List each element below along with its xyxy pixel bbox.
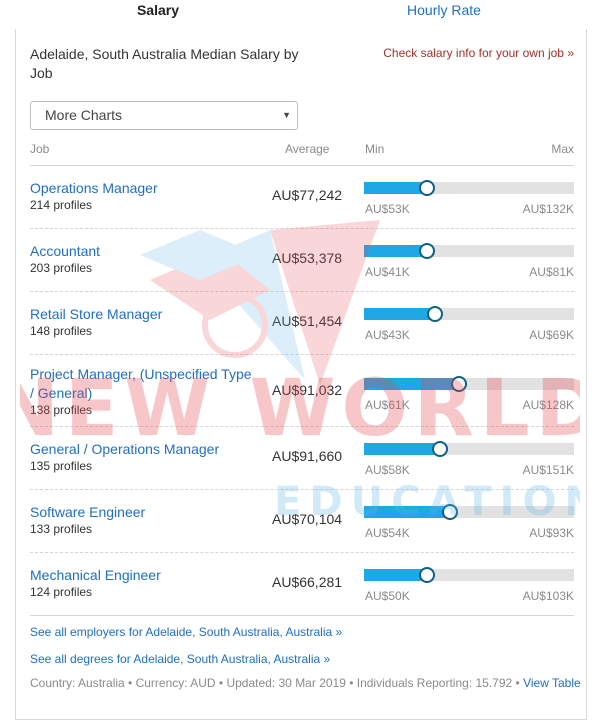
average-salary: AU$53,378 xyxy=(272,250,343,266)
job-link[interactable]: Project Manager, (Unspecified Type / Gen… xyxy=(30,365,255,403)
caret-down-icon: ▼ xyxy=(282,110,291,120)
table-row: General / Operations Manager 135 profile… xyxy=(30,427,574,490)
average-salary: AU$66,281 xyxy=(272,574,343,590)
table-row: Operations Manager 214 profiles AU$77,24… xyxy=(30,166,574,229)
average-salary: AU$77,242 xyxy=(272,187,343,203)
median-marker xyxy=(427,306,444,322)
min-salary: AU$50K xyxy=(365,589,410,603)
min-salary: AU$41K xyxy=(365,265,410,279)
table-row: Mechanical Engineer 124 profiles AU$66,2… xyxy=(30,553,574,616)
metadata-text: Country: Australia • Currency: AUD • Upd… xyxy=(30,676,520,690)
job-link[interactable]: Operations Manager xyxy=(30,179,255,198)
median-marker xyxy=(431,441,448,457)
column-header-max: Max xyxy=(551,142,574,156)
max-salary: AU$103K xyxy=(522,589,574,603)
min-salary: AU$43K xyxy=(365,328,410,342)
salary-bar-fill xyxy=(364,245,427,257)
average-salary: AU$91,660 xyxy=(272,448,343,464)
job-link[interactable]: Mechanical Engineer xyxy=(30,566,255,585)
median-marker xyxy=(442,504,459,520)
max-salary: AU$93K xyxy=(529,526,574,540)
salary-bar-fill xyxy=(364,182,427,194)
report-metadata: Country: Australia • Currency: AUD • Upd… xyxy=(30,676,581,690)
salary-bar-fill xyxy=(364,569,427,581)
profiles-count: 203 profiles xyxy=(30,261,93,275)
more-charts-select[interactable]: More Charts ▼ xyxy=(30,101,298,130)
salary-range-bar xyxy=(364,504,574,520)
average-salary: AU$51,454 xyxy=(272,313,343,329)
salary-bar-fill xyxy=(364,308,436,320)
salary-card: Adelaide, South Australia Median Salary … xyxy=(15,29,587,720)
max-salary: AU$81K xyxy=(529,265,574,279)
min-salary: AU$61K xyxy=(365,398,410,412)
average-salary: AU$70,104 xyxy=(272,511,343,527)
table-row: Project Manager, (Unspecified Type / Gen… xyxy=(30,355,574,427)
profiles-count: 148 profiles xyxy=(30,324,93,338)
profiles-count: 214 profiles xyxy=(30,198,93,212)
job-link[interactable]: Software Engineer xyxy=(30,503,255,522)
max-salary: AU$132K xyxy=(522,202,574,216)
page-title: Adelaide, South Australia Median Salary … xyxy=(30,46,299,81)
median-marker xyxy=(419,567,435,583)
salary-table: Operations Manager 214 profiles AU$77,24… xyxy=(30,166,574,616)
salary-bar-fill xyxy=(364,506,451,518)
max-salary: AU$128K xyxy=(522,398,574,412)
min-salary: AU$58K xyxy=(365,463,410,477)
column-header-job: Job xyxy=(30,142,50,156)
table-row: Accountant 203 profiles AU$53,378 AU$41K… xyxy=(30,229,574,292)
max-salary: AU$69K xyxy=(529,328,574,342)
min-salary: AU$54K xyxy=(365,526,410,540)
salary-range-bar xyxy=(364,243,574,259)
salary-bar-fill xyxy=(364,443,440,455)
column-header-min: Min xyxy=(365,142,385,156)
job-link[interactable]: Retail Store Manager xyxy=(30,305,255,324)
select-value: More Charts xyxy=(45,107,123,123)
see-all-degrees-link[interactable]: See all degrees for Adelaide, South Aust… xyxy=(30,652,330,666)
profiles-count: 124 profiles xyxy=(30,585,93,599)
salary-range-bar xyxy=(364,376,574,392)
table-header: Job Average Min Max xyxy=(30,139,574,166)
profiles-count: 135 profiles xyxy=(30,459,93,473)
average-salary: AU$91,032 xyxy=(272,382,343,398)
see-all-employers-link[interactable]: See all employers for Adelaide, South Au… xyxy=(30,625,342,639)
table-row: Retail Store Manager 148 profiles AU$51,… xyxy=(30,292,574,355)
job-link[interactable]: General / Operations Manager xyxy=(30,440,255,459)
salary-range-bar xyxy=(364,441,574,457)
salary-range-bar xyxy=(364,306,574,322)
max-salary: AU$151K xyxy=(522,463,574,477)
salary-range-bar xyxy=(364,180,574,196)
check-own-job-link[interactable]: Check salary info for your own job » xyxy=(383,46,574,60)
view-table-link[interactable]: View Table xyxy=(523,676,581,690)
profiles-count: 138 profiles xyxy=(30,403,93,417)
column-header-average: Average xyxy=(285,142,330,156)
median-marker xyxy=(419,180,435,196)
tab-bar: Salary Hourly Rate xyxy=(15,0,587,33)
salary-range-bar xyxy=(364,567,574,583)
job-link[interactable]: Accountant xyxy=(30,242,255,261)
median-marker xyxy=(419,243,435,259)
min-salary: AU$53K xyxy=(365,202,410,216)
profiles-count: 133 profiles xyxy=(30,522,93,536)
salary-bar-fill xyxy=(364,378,459,390)
table-row: Software Engineer 133 profiles AU$70,104… xyxy=(30,490,574,553)
median-marker xyxy=(450,376,467,392)
